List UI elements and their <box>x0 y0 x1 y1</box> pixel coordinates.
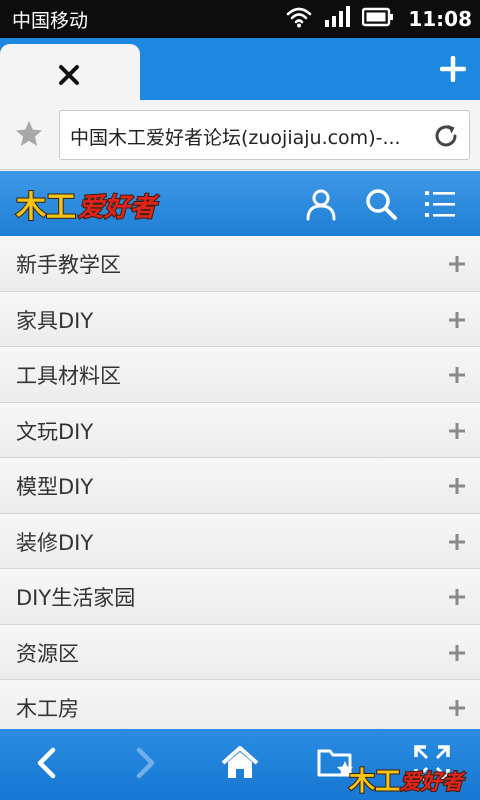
plus-icon[interactable] <box>448 477 466 495</box>
category-item[interactable]: 家具DIY <box>0 291 480 347</box>
category-label: 装修DIY <box>16 530 94 555</box>
category-item[interactable]: 工具材料区 <box>0 347 480 403</box>
plus-icon[interactable] <box>448 311 466 329</box>
status-bar: 中国移动 11:08 <box>0 0 480 38</box>
category-label: 家具DIY <box>16 308 94 333</box>
category-label: 新手教学区 <box>16 253 121 277</box>
category-item[interactable]: 文玩DIY <box>0 402 480 458</box>
category-list: 新手教学区家具DIY 工具材料区文玩DIY 模型DIY 装修DIY DIY生活家园 资源区… <box>0 236 480 729</box>
category-item[interactable]: 新手教学区 <box>0 236 480 292</box>
plus-icon[interactable] <box>448 255 466 273</box>
svg-text:爱好者: 爱好者 <box>78 193 160 223</box>
active-tab[interactable] <box>0 44 140 100</box>
plus-icon[interactable] <box>448 366 466 384</box>
svg-text:木工: 木工 <box>15 190 76 225</box>
plus-icon[interactable] <box>448 422 466 440</box>
svg-text:木工: 木工 <box>348 767 401 797</box>
category-label: 工具材料区 <box>16 364 121 388</box>
search-icon[interactable] <box>364 187 398 221</box>
category-item[interactable]: DIY生活家园 <box>0 569 480 625</box>
close-icon[interactable] <box>58 64 80 86</box>
site-header: 木工 爱好者 <box>0 171 480 236</box>
wifi-icon <box>286 6 312 32</box>
bottom-toolbar: 木工 爱好者 <box>0 729 480 800</box>
category-item[interactable]: 装修DIY <box>0 513 480 569</box>
clock: 11:08 <box>408 7 472 31</box>
site-logo[interactable]: 木工 爱好者 <box>14 182 170 226</box>
reload-icon[interactable] <box>431 121 461 151</box>
plus-icon[interactable] <box>448 588 466 606</box>
category-label: 木工房 <box>16 697 79 721</box>
category-item[interactable]: 木工房 <box>0 680 480 729</box>
category-label: 文玩DIY <box>16 419 94 444</box>
user-icon[interactable] <box>304 187 338 221</box>
menu-icon[interactable] <box>424 187 458 221</box>
url-field[interactable]: 中国木工爱好者论坛(zuojiaju.com)-... <box>59 110 470 160</box>
star-icon[interactable] <box>14 119 44 149</box>
back-icon[interactable] <box>28 743 68 783</box>
category-label: DIY生活家园 <box>16 586 136 610</box>
plus-icon[interactable] <box>448 644 466 662</box>
category-item[interactable]: 资源区 <box>0 624 480 680</box>
address-bar: 中国木工爱好者论坛(zuojiaju.com)-... <box>0 100 480 170</box>
signal-icon <box>324 6 351 32</box>
add-tab-icon[interactable] <box>439 55 467 83</box>
status-icons: 11:08 <box>286 0 472 38</box>
category-label: 资源区 <box>16 641 79 666</box>
forward-icon[interactable] <box>124 743 164 783</box>
category-item[interactable]: 模型DIY <box>0 458 480 514</box>
category-label: 模型DIY <box>16 475 94 499</box>
home-icon[interactable] <box>220 743 260 783</box>
carrier-name: 中国移动 <box>12 10 89 32</box>
url-text: 中国木工爱好者论坛(zuojiaju.com)-... <box>70 127 401 149</box>
plus-icon[interactable] <box>448 533 466 551</box>
floating-site-logo[interactable]: 木工 爱好者 <box>347 759 472 798</box>
battery-icon <box>362 7 394 31</box>
plus-icon[interactable] <box>448 699 466 717</box>
tab-strip <box>0 38 480 100</box>
svg-text:爱好者: 爱好者 <box>400 770 466 794</box>
